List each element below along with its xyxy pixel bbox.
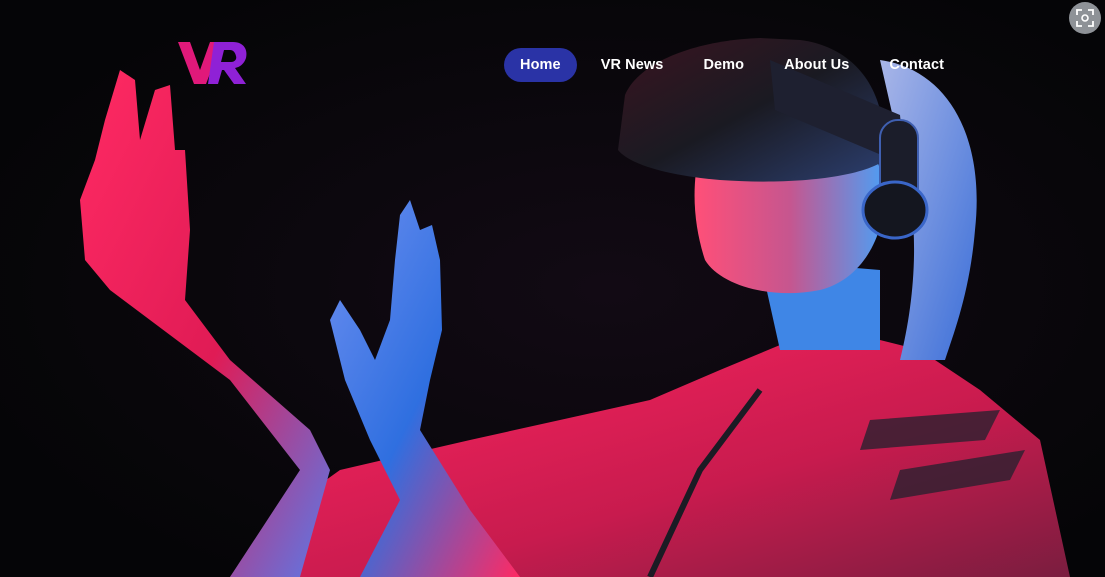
nav-item-demo[interactable]: Demo [687, 48, 760, 82]
brand-logo[interactable]: VR [178, 40, 248, 86]
nav-item-vr-news[interactable]: VR News [585, 48, 680, 82]
nav-item-contact[interactable]: Contact [873, 48, 960, 82]
screen-capture-button[interactable] [1069, 2, 1101, 34]
hero-image [0, 0, 1105, 577]
screen-capture-icon [1076, 9, 1094, 27]
nav-item-home[interactable]: Home [504, 48, 577, 82]
vr-user-illustration [0, 0, 1105, 577]
nav-item-about-us[interactable]: About Us [768, 48, 865, 82]
vr-logo-icon [178, 42, 247, 84]
main-navigation: Home VR News Demo About Us Contact [504, 48, 960, 82]
